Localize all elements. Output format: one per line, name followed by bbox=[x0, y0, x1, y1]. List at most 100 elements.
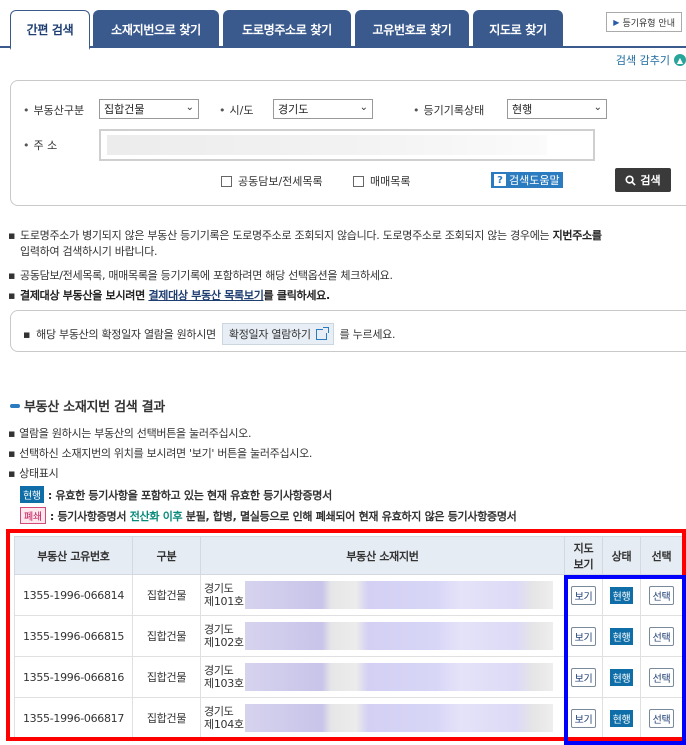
checkbox-box[interactable] bbox=[353, 175, 364, 187]
results-title-text: 부동산 소재지번 검색 결과 bbox=[24, 400, 165, 415]
result-note-2: ▪ 선택하신 소재지번의 위치를 보시려면 '보기' 버튼을 눌러주십시오. bbox=[8, 447, 313, 460]
table-row: 1355-1996-066815 집합건물 경기도 제102호 보기 현행 선택 bbox=[14, 615, 683, 657]
notice-line3-a: 결제대상 부동산을 보시려면 bbox=[20, 289, 149, 302]
cell-type: 집합건물 bbox=[132, 574, 201, 616]
property-type-value: 집합건물 bbox=[104, 103, 145, 116]
address-label: 주 소 bbox=[23, 137, 58, 153]
status-badge: 현행 bbox=[609, 586, 634, 604]
property-type-label: 부동산구분 bbox=[23, 102, 85, 118]
legend-active: 현행 : 유효한 등기사항을 포함하고 있는 현재 유효한 등기사항증명서 bbox=[20, 486, 332, 503]
address-input[interactable] bbox=[99, 129, 595, 161]
confirm-date-button[interactable]: 확정일자 열람하기 bbox=[221, 323, 334, 345]
select-button[interactable]: 선택 bbox=[648, 626, 675, 646]
search-help-label: 검색도움말 bbox=[509, 174, 560, 187]
col-header-address: 부동산 소재지번 bbox=[200, 536, 565, 575]
map-view-button[interactable]: 보기 bbox=[570, 585, 597, 605]
search-help-button[interactable]: ? 검색도움말 bbox=[491, 172, 563, 188]
external-link-icon bbox=[315, 326, 329, 340]
notice-road-address: ▪ 도로명주소가 병기되지 않은 부동산 등기기록은 도로명주소로 조회되지 않… bbox=[8, 229, 602, 258]
registry-type-guide-button[interactable]: ▶ 등기유형 안내 bbox=[606, 12, 682, 32]
table-row: 1355-1996-066817 집합건물 경기도 제104호 보기 현행 선택 bbox=[14, 697, 683, 739]
redacted-address bbox=[107, 135, 547, 155]
map-view-button[interactable]: 보기 bbox=[570, 626, 597, 646]
region-select[interactable]: 경기도 ⌄ bbox=[273, 99, 373, 119]
cell-id: 1355-1996-066816 bbox=[14, 656, 133, 698]
table-row: 1355-1996-066814 집합건물 경기도 제101호 보기 현행 선택 bbox=[14, 574, 683, 616]
results-title: 부동산 소재지번 검색 결과 bbox=[10, 396, 165, 415]
cell-type: 집합건물 bbox=[132, 697, 201, 739]
joint-collateral-checkbox[interactable]: 공동담보/전세목록 bbox=[221, 173, 323, 189]
map-view-button[interactable]: 보기 bbox=[570, 708, 597, 728]
select-button[interactable]: 선택 bbox=[648, 585, 675, 605]
tab-lot-number[interactable]: 소재지번으로 찾기 bbox=[93, 10, 219, 48]
search-form: 부동산구분 집합건물 ⌄ 시/도 경기도 ⌄ 등기기록상태 현행 ⌄ 주 소 공… bbox=[10, 80, 686, 206]
redacted-address bbox=[245, 581, 553, 609]
col-header-type: 구분 bbox=[132, 536, 201, 575]
legend-active-text: : 유효한 등기사항을 포함하고 있는 현재 유효한 등기사항증명서 bbox=[47, 488, 332, 502]
tab-road-address[interactable]: 도로명주소로 찾기 bbox=[223, 10, 351, 48]
col-header-state: 상태 bbox=[602, 536, 641, 575]
cell-type: 집합건물 bbox=[132, 615, 201, 657]
search-tab-bar: 간편 검색 소재지번으로 찾기 도로명주소로 찾기 고유번호로 찾기 지도로 찾… bbox=[0, 0, 686, 50]
registry-status-select[interactable]: 현행 ⌄ bbox=[507, 99, 607, 119]
redacted-address bbox=[245, 663, 553, 691]
redacted-address bbox=[245, 622, 553, 650]
col-header-map: 지도 보기 bbox=[564, 536, 603, 575]
question-icon: ? bbox=[494, 174, 506, 186]
cell-address: 경기도 제104호 bbox=[200, 697, 565, 739]
property-type-select[interactable]: 집합건물 ⌄ bbox=[99, 99, 199, 119]
region-label: 시/도 bbox=[219, 102, 254, 118]
registry-status-value: 현행 bbox=[512, 103, 533, 116]
map-view-button[interactable]: 보기 bbox=[570, 667, 597, 687]
sale-list-checkbox[interactable]: 매매목록 bbox=[353, 173, 410, 189]
cell-id: 1355-1996-066815 bbox=[14, 615, 133, 657]
notice-line1-a: 도로명주소가 병기되지 않은 부동산 등기기록은 도로명주소로 조회되지 않습니… bbox=[20, 229, 553, 242]
confirm-date-box: ▪ 해당 부동산의 확정일자 열람을 원하시면 확정일자 열람하기 를 누르세요… bbox=[10, 310, 686, 352]
status-badge: 현행 bbox=[609, 709, 634, 727]
registry-status-label: 등기기록상태 bbox=[413, 102, 485, 118]
status-badge-closed: 폐쇄 bbox=[20, 507, 46, 524]
notice-line3-b: 를 클릭하세요. bbox=[263, 289, 331, 302]
sale-list-label: 매매목록 bbox=[370, 175, 411, 188]
status-badge: 현행 bbox=[609, 627, 634, 645]
payment-list-link[interactable]: 결제대상 부동산 목록보기 bbox=[148, 289, 263, 302]
col-header-id: 부동산 고유번호 bbox=[14, 536, 133, 575]
cell-id: 1355-1996-066817 bbox=[14, 697, 133, 739]
legend-closed: 폐쇄 : 등기사항증명서 전산화 이후 분필, 합병, 멸실등으로 인해 폐쇄되… bbox=[20, 507, 517, 524]
tab-map[interactable]: 지도로 찾기 bbox=[473, 10, 563, 48]
notice-line2: 공동담보/전세목록, 매매목록을 등기기록에 포함하려면 해당 선택옵션을 체크… bbox=[20, 269, 393, 282]
select-button[interactable]: 선택 bbox=[648, 708, 675, 728]
status-badge: 현행 bbox=[609, 668, 634, 686]
select-button[interactable]: 선택 bbox=[648, 667, 675, 687]
tab-simple-search[interactable]: 간편 검색 bbox=[10, 10, 90, 50]
cell-address: 경기도 제101호 bbox=[200, 574, 565, 616]
confirm-text-a: 해당 부동산의 확정일자 열람을 원하시면 bbox=[36, 328, 216, 341]
confirm-date-button-label: 확정일자 열람하기 bbox=[228, 328, 311, 341]
arrow-right-icon: ▶ bbox=[613, 17, 620, 27]
checkbox-box[interactable] bbox=[221, 175, 232, 187]
bullet: ▪ bbox=[23, 327, 31, 341]
guide-button-label: 등기유형 안내 bbox=[622, 18, 675, 29]
results-table: 부동산 고유번호 구분 부동산 소재지번 지도 보기 상태 선택 1355-199… bbox=[14, 536, 683, 739]
confirm-text-b: 를 누르세요. bbox=[339, 328, 396, 341]
chevron-down-icon: ⌄ bbox=[593, 102, 602, 113]
notice-line1-b: 지번주소를 bbox=[552, 229, 602, 242]
table-row: 1355-1996-066816 집합건물 경기도 제103호 보기 현행 선택 bbox=[14, 656, 683, 698]
notice-options: ▪ 공동담보/전세목록, 매매목록을 등기기록에 포함하려면 해당 선택옵션을 … bbox=[8, 268, 680, 284]
result-note-1: ▪ 열람을 원하시는 부동산의 선택버튼을 눌러주십시오. bbox=[8, 427, 252, 440]
chevron-down-icon: ⌄ bbox=[185, 102, 194, 113]
hide-search-link[interactable]: 검색 감추기 ▲ bbox=[616, 52, 686, 68]
chevron-up-icon: ▲ bbox=[674, 54, 686, 66]
redacted-address bbox=[245, 704, 553, 732]
search-icon bbox=[625, 174, 637, 186]
cell-address: 경기도 제102호 bbox=[200, 615, 565, 657]
notice-payment: ▪ 결제대상 부동산을 보시려면 결제대상 부동산 목록보기를 클릭하세요. bbox=[8, 289, 331, 302]
tab-unique-number[interactable]: 고유번호로 찾기 bbox=[355, 10, 469, 48]
cell-type: 집합건물 bbox=[132, 656, 201, 698]
search-button-label: 검색 bbox=[640, 174, 661, 187]
search-button[interactable]: 검색 bbox=[615, 168, 671, 192]
joint-collateral-label: 공동담보/전세목록 bbox=[238, 175, 323, 188]
cell-address: 경기도 제103호 bbox=[200, 656, 565, 698]
region-value: 경기도 bbox=[278, 103, 309, 116]
notice-line1-c: 입력하여 검색하시기 바랍니다. bbox=[20, 245, 158, 258]
